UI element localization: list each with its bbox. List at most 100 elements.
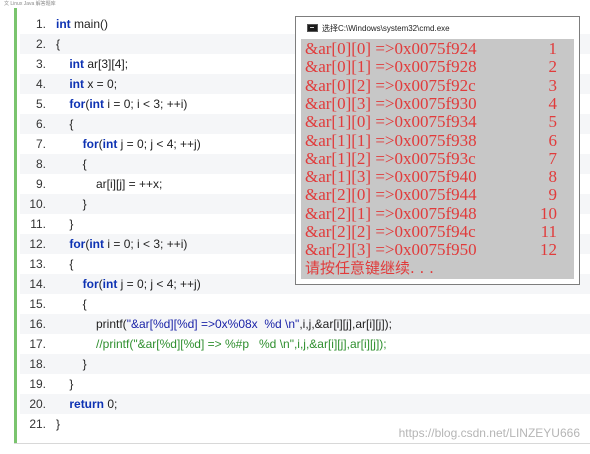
cmd-output-line: &ar[1][1] =>0x0075f938 6	[305, 130, 573, 150]
cmd-address-text: &ar[0][1] =>0x0075f928	[305, 57, 477, 77]
cmd-address-text: &ar[2][3] =>0x0075f950	[305, 240, 477, 260]
code-token: main()	[70, 17, 109, 31]
line-number: 16.	[29, 317, 46, 331]
code-token: j = 0; j < 4; ++j)	[117, 137, 201, 151]
line-number: 19.	[29, 377, 46, 391]
code-text: }	[56, 194, 87, 214]
code-text: printf("&ar[%d][%d] =>0x%08x %d \n",i,j,…	[56, 314, 392, 334]
code-text: return 0;	[56, 394, 117, 414]
cmd-window-title: 选择C:\Windows\system32\cmd.exe	[322, 24, 450, 33]
code-text: {	[56, 254, 73, 274]
line-number: 4.	[35, 77, 46, 91]
code-line: 17. //printf("&ar[%d][%d] => %#p %d \n",…	[0, 334, 590, 354]
code-text: int ar[3][4];	[56, 54, 128, 74]
code-token: printf(	[56, 317, 127, 331]
code-text: {	[56, 34, 60, 54]
code-text: ar[i][j] = ++x;	[56, 174, 162, 194]
code-token: }	[56, 417, 61, 431]
code-text: }	[56, 214, 73, 234]
cmd-output-line: &ar[2][0] =>0x0075f944 9	[305, 186, 573, 204]
cmd-output-line: &ar[1][3] =>0x0075f940 8	[305, 168, 573, 186]
cmd-address-text: &ar[2][2] =>0x0075f94c	[305, 222, 476, 241]
code-line: 18. }	[0, 354, 590, 374]
cmd-address-text: &ar[2][0] =>0x0075f944	[305, 185, 477, 205]
cmd-output-line: &ar[0][1] =>0x0075f928 2	[305, 58, 573, 76]
code-text: for(int i = 0; i < 3; ++i)	[56, 234, 187, 254]
line-number: 5.	[35, 97, 46, 111]
cmd-address-text: &ar[0][0] =>0x0075f924	[305, 39, 477, 58]
code-text: }	[56, 414, 60, 434]
code-line: 20. return 0;	[0, 394, 590, 414]
cmd-address-text: &ar[2][1] =>0x0075f948	[305, 203, 477, 223]
line-number: 13.	[29, 257, 46, 271]
cmd-value-text: 8	[548, 167, 558, 187]
code-keyword: for	[82, 277, 99, 291]
code-text: }	[56, 354, 87, 374]
code-keyword: int	[102, 137, 118, 151]
code-keyword: int	[69, 77, 85, 91]
line-number: 17.	[29, 337, 46, 351]
code-keyword: return	[69, 397, 105, 411]
cmd-value-text: 12	[540, 240, 557, 260]
line-number: 1.	[35, 17, 46, 31]
code-block-bottom-border	[14, 443, 590, 444]
code-keyword: int	[69, 57, 85, 71]
cmd-window[interactable]: 选择C:\Windows\system32\cmd.exe &ar[2][3] …	[295, 16, 580, 285]
cmd-value-text: 7	[548, 148, 558, 168]
code-keyword: int	[89, 97, 105, 111]
code-token: i = 0; i < 3; ++i)	[104, 237, 188, 251]
cmd-address-text: &ar[1][0] =>0x0075f934	[305, 112, 477, 132]
code-token: j = 0; j < 4; ++j)	[117, 277, 201, 291]
code-token: i = 0; i < 3; ++i)	[104, 97, 188, 111]
cmd-value-text: 6	[548, 130, 558, 150]
line-number: 12.	[29, 237, 46, 251]
line-number: 11.	[30, 217, 46, 231]
cmd-address-text: &ar[1][1] =>0x0075f938	[305, 130, 477, 150]
code-keyword: int	[102, 277, 118, 291]
line-number: 3.	[35, 57, 46, 71]
cmd-address-text: &ar[1][2] =>0x0075f93c	[305, 148, 476, 168]
code-text: int x = 0;	[56, 74, 117, 94]
cmd-address-text: &ar[0][3] =>0x0075f930	[305, 93, 477, 113]
code-keyword: int	[56, 17, 71, 31]
cmd-console[interactable]: &ar[2][3] =>0x0075f950 12 &ar[2][2] =>0x00…	[301, 39, 574, 279]
line-number: 8.	[35, 157, 46, 171]
code-line: 16. printf("&ar[%d][%d] =>0x%08x %d \n",…	[0, 314, 590, 334]
code-string: "&ar[%d][%d] =>0x%08x %d \n"	[126, 317, 300, 331]
code-text: for(int j = 0; j < 4; ++j)	[56, 274, 201, 294]
line-number: 9.	[35, 177, 46, 191]
code-keyword: for	[69, 97, 86, 111]
cmd-titlebar[interactable]: 选择C:\Windows\system32\cmd.exe	[296, 17, 579, 39]
cmd-output-line: &ar[1][0] =>0x0075f934 5	[305, 113, 573, 131]
page: 文 Linux Java 解答题库 1. int main() 2. {3. int …	[0, 0, 590, 454]
top-strip-text: 文 Linux Java 解答题库	[4, 1, 56, 7]
code-text: {	[56, 114, 73, 134]
code-token: }	[56, 377, 74, 391]
code-text: //printf("&ar[%d][%d] => %#p %d \n",i,j,…	[56, 334, 387, 354]
cmd-output-line: &ar[2][3] =>0x0075f950 12	[305, 241, 573, 259]
code-token: {	[56, 117, 74, 131]
line-number: 20.	[29, 397, 46, 411]
cmd-output-line: &ar[0][2] =>0x0075f92c 3	[305, 76, 573, 95]
line-number: 10.	[29, 197, 46, 211]
code-comment: //printf("&ar[%d][%d] => %#p %d \n",i,j,…	[56, 337, 387, 351]
line-number: 2.	[35, 37, 46, 51]
code-line: 19. }	[0, 374, 590, 394]
code-keyword: for	[69, 237, 86, 251]
code-token: {	[56, 157, 87, 171]
code-token: x = 0;	[84, 77, 118, 91]
cmd-value-text: 11	[540, 222, 557, 241]
code-token: {	[56, 37, 61, 51]
top-strip: 文 Linux Java 解答题库	[0, 0, 590, 8]
cmd-output-line: &ar[0][0] =>0x0075f924 1	[305, 40, 573, 58]
line-number: 15.	[29, 297, 46, 311]
watermark: https://blog.csdn.net/LINZEYU666	[398, 426, 580, 440]
code-token: 0;	[104, 397, 118, 411]
cmd-value-text: 1	[548, 39, 558, 58]
code-token: {	[56, 257, 74, 271]
cmd-output-line: &ar[2][2] =>0x0075f94c 11	[305, 223, 573, 241]
